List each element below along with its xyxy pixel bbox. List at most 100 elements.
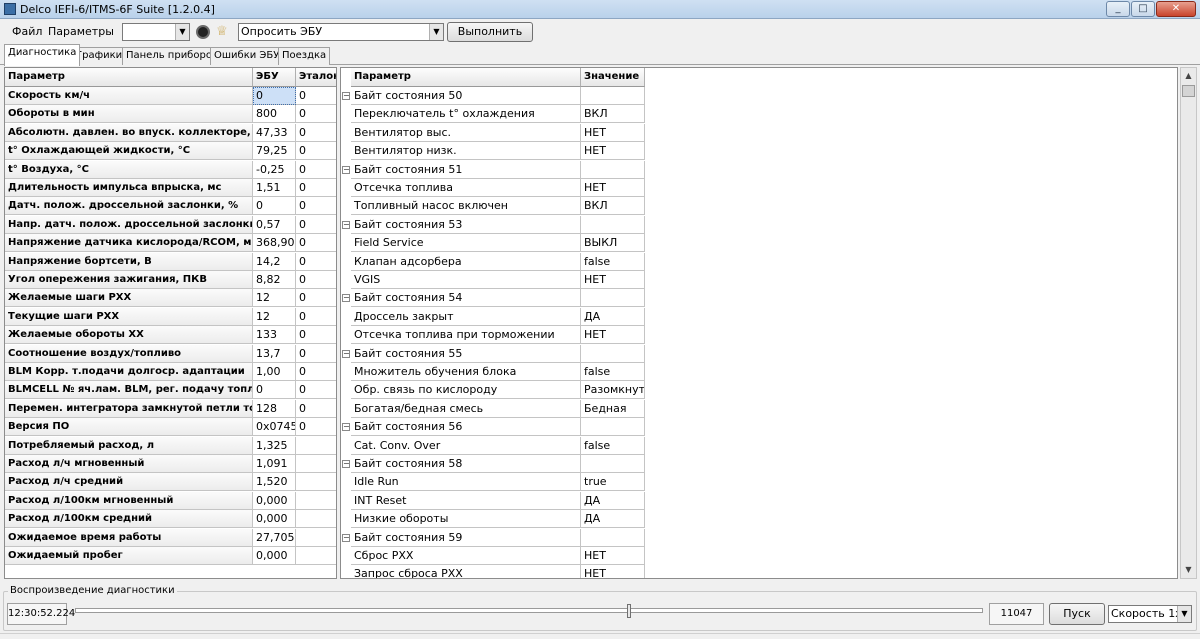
table-row[interactable]: BLM Корр. т.подачи долгоср. адаптации 1,0… — [5, 363, 336, 381]
status-value-cell[interactable]: НЕТ — [581, 326, 645, 345]
table-row[interactable]: Соотношение воздух/топливо 13,7 0 — [5, 344, 336, 363]
ref-value-cell[interactable]: 0 — [296, 105, 336, 124]
col-header-status-param[interactable]: Параметр — [351, 68, 581, 87]
close-button[interactable]: ✕ — [1156, 1, 1196, 17]
table-row[interactable]: Клапан адсорбера false — [341, 252, 651, 271]
ecu-value-cell[interactable]: 12 — [253, 307, 296, 326]
ref-value-cell[interactable] — [296, 455, 336, 473]
group-row[interactable]: − Байт состояния 59 — [341, 528, 651, 547]
execute-button[interactable]: Выполнить — [447, 22, 533, 42]
ref-value-cell[interactable]: 0 — [296, 161, 336, 179]
status-value-cell[interactable]: false — [581, 363, 645, 381]
ecu-value-cell[interactable]: -0,25 — [253, 160, 296, 179]
ref-value-cell[interactable]: 0 — [296, 289, 336, 308]
playback-slider-thumb[interactable] — [626, 604, 631, 618]
table-row[interactable]: BLMCELL № яч.лам. BLM, рег. подачу топли… — [5, 381, 336, 400]
collapse-icon[interactable]: − — [342, 349, 350, 358]
ref-value-cell[interactable]: 0 — [296, 400, 336, 418]
group-row[interactable]: − Байт состояния 54 — [341, 289, 651, 308]
ref-value-cell[interactable] — [296, 492, 336, 510]
ecu-value-cell[interactable]: 27,705 — [253, 528, 296, 547]
collapse-icon[interactable]: − — [342, 165, 350, 174]
scroll-down-icon[interactable]: ▼ — [1181, 562, 1196, 578]
table-row[interactable]: Напр. датч. полож. дроссельной заслонки,… — [5, 215, 336, 234]
ecu-value-cell[interactable]: 1,00 — [253, 363, 296, 381]
tab-trip[interactable]: Поездка — [278, 47, 331, 65]
col-header-param[interactable]: Параметр — [5, 68, 253, 87]
table-row[interactable]: Напряжение датчика кислорода/RCOM, мВ 368… — [5, 234, 336, 253]
status-value-cell[interactable] — [581, 418, 645, 437]
ecu-value-cell[interactable]: 1,51 — [253, 179, 296, 197]
table-row[interactable]: Датч. полож. дроссельной заслонки, % 0 0 — [5, 197, 336, 216]
ref-value-cell[interactable]: 0 — [296, 179, 336, 197]
menu-params[interactable]: Параметры — [48, 25, 114, 38]
ecu-value-cell[interactable]: 0,57 — [253, 215, 296, 234]
ecu-value-cell[interactable]: 12 — [253, 289, 296, 308]
status-value-cell[interactable]: true — [581, 473, 645, 492]
ref-value-cell[interactable]: 0 — [296, 363, 336, 381]
status-value-cell[interactable] — [581, 160, 645, 179]
table-row[interactable]: Расход л/ч мгновенный 1,091 — [5, 455, 336, 473]
command-select[interactable]: Опросить ЭБУ ▼ — [238, 23, 444, 41]
table-row[interactable]: Желаемые обороты ХХ 133 0 — [5, 326, 336, 345]
status-value-cell[interactable]: Разомкнута — [581, 381, 645, 400]
tab-diagnostics[interactable]: Диагностика — [4, 44, 81, 66]
status-value-cell[interactable]: false — [581, 252, 645, 271]
table-row[interactable]: Ожидаемое время работы 27,705 — [5, 528, 336, 547]
table-row[interactable]: Переключатель t° охлаждения ВКЛ — [341, 105, 651, 124]
table-row[interactable]: Множитель обучения блока false — [341, 363, 651, 381]
status-value-cell[interactable]: Бедная — [581, 399, 645, 418]
status-value-cell[interactable]: ВЫКЛ — [581, 234, 645, 253]
table-row[interactable]: Желаемые шаги РХХ 12 0 — [5, 289, 336, 308]
table-row[interactable]: t° Воздуха, °C -0,25 0 — [5, 160, 336, 179]
ecu-value-cell[interactable]: 0,000 — [253, 510, 296, 529]
group-row[interactable]: − Байт состояния 56 — [341, 418, 651, 437]
speed-select[interactable]: Скорость 1x ▼ — [1108, 605, 1192, 623]
table-row[interactable]: Cat. Conv. Over false — [341, 436, 651, 455]
table-row[interactable]: VGIS НЕТ — [341, 271, 651, 289]
table-row[interactable]: Ожидаемый пробег 0,000 — [5, 547, 336, 565]
ecu-value-cell[interactable]: 368,90 — [253, 234, 296, 253]
table-row[interactable]: Версия ПО 0x0745 0 — [5, 418, 336, 437]
ecu-value-cell[interactable]: 128 — [253, 399, 296, 418]
table-row[interactable]: Field Service ВЫКЛ — [341, 234, 651, 253]
table-row[interactable]: Обр. связь по кислороду Разомкнута — [341, 381, 651, 400]
ecu-value-cell[interactable]: 1,325 — [253, 436, 296, 455]
vertical-scrollbar[interactable]: ▲ ▼ — [1180, 67, 1197, 579]
start-button[interactable]: Пуск — [1049, 603, 1105, 625]
group-row[interactable]: − Байт состояния 55 — [341, 344, 651, 363]
menu-file[interactable]: Файл — [12, 25, 42, 38]
table-row[interactable]: Текущие шаги РХХ 12 0 — [5, 307, 336, 326]
table-row[interactable]: INT Reset ДА — [341, 491, 651, 510]
status-value-cell[interactable]: ВКЛ — [581, 197, 645, 216]
port-select[interactable]: ▼ — [122, 23, 190, 41]
ecu-value-cell[interactable]: 1,520 — [253, 473, 296, 492]
collapse-icon[interactable]: − — [342, 220, 350, 229]
status-value-cell[interactable]: НЕТ — [581, 123, 645, 142]
col-header-ecu[interactable]: ЭБУ — [253, 68, 296, 87]
ecu-value-cell[interactable]: 0,000 — [253, 547, 296, 565]
table-row[interactable]: Вентилятор низк. НЕТ — [341, 142, 651, 161]
status-value-cell[interactable]: НЕТ — [581, 179, 645, 197]
group-row[interactable]: − Байт состояния 58 — [341, 455, 651, 473]
ecu-value-cell[interactable]: 14,2 — [253, 252, 296, 271]
table-row[interactable]: Топливный насос включен ВКЛ — [341, 197, 651, 216]
table-row[interactable]: Потребляемый расход, л 1,325 — [5, 436, 336, 455]
table-row[interactable]: t° Охлаждающей жидкости, °C 79,25 0 — [5, 142, 336, 161]
tab-ecu-errors[interactable]: Ошибки ЭБУ — [210, 47, 284, 65]
status-grid[interactable]: Параметр Значение − Байт состояния 50 Пере… — [340, 67, 1178, 579]
ecu-value-cell[interactable]: 0 — [253, 197, 296, 216]
ref-value-cell[interactable] — [296, 473, 336, 492]
table-row[interactable]: Абсолютн. давлен. во впуск. коллекторе, … — [5, 123, 336, 142]
collapse-icon[interactable]: − — [342, 460, 350, 468]
table-row[interactable]: Обороты в мин 800 0 — [5, 105, 336, 124]
status-value-cell[interactable]: ДА — [581, 491, 645, 510]
ref-value-cell[interactable]: 0 — [296, 253, 336, 271]
group-row[interactable]: − Байт состояния 53 — [341, 215, 651, 234]
table-row[interactable]: Угол опережения зажигания, ПКВ 8,82 0 — [5, 271, 336, 289]
collapse-icon[interactable]: − — [342, 92, 350, 100]
table-row[interactable]: Расход л/ч средний 1,520 — [5, 473, 336, 492]
ref-value-cell[interactable]: 0 — [296, 271, 336, 289]
playback-slider[interactable] — [75, 608, 983, 613]
ref-value-cell[interactable]: 0 — [296, 87, 336, 105]
